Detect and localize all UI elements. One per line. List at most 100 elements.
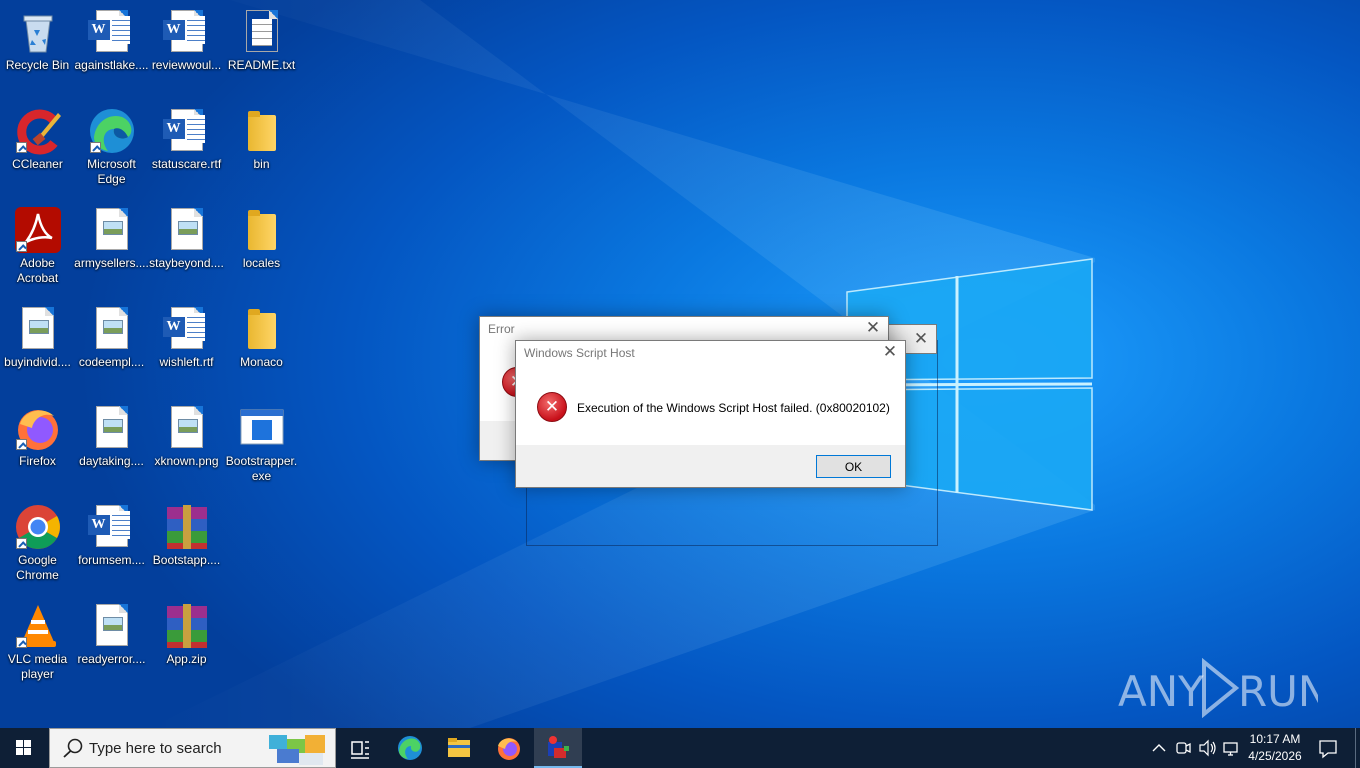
icon-label: README.txt [227,58,296,72]
icon-label: Adobe Acrobat [16,256,59,285]
ccleaner-icon [14,107,62,155]
desktop-icon-againstlake[interactable]: W againstlake.... [74,2,149,73]
running-app-icon [548,736,569,758]
action-center-notification-icon[interactable] [1308,728,1348,768]
icon-label: againstlake.... [74,58,149,72]
desktop-icon-buyindivid[interactable]: buyindivid.... [0,299,75,370]
shortcut-arrow-icon [15,439,27,450]
desktop-icon-google-chrome[interactable]: Google Chrome [0,497,75,583]
winrar-archive-icon [163,602,211,650]
anyrun-watermark-logo: ANY RUN [1118,658,1318,718]
icon-label: Firefox [19,454,56,468]
folder-icon [238,305,286,353]
desktop-icon-vlc[interactable]: VLC media player [0,596,75,682]
wsh-dialog-titlebar[interactable]: Windows Script Host ✕ [516,341,905,365]
icon-label: locales [242,256,281,270]
ok-button[interactable]: OK [816,455,891,478]
acrobat-icon [14,206,62,254]
shortcut-arrow-icon [15,538,27,549]
volume-icon[interactable] [1196,728,1218,768]
desktop-icon-monaco[interactable]: Monaco [224,299,299,370]
desktop-icon-daytaking[interactable]: daytaking.... [74,398,149,469]
task-view-button[interactable] [336,728,384,768]
meet-now-icon[interactable] [1172,728,1194,768]
taskbar-running-app-button[interactable] [534,728,582,768]
desktop-icon-statuscare[interactable]: W statuscare.rtf [149,101,224,172]
error-icon: ✕ [537,392,567,422]
desktop-icon-codeempl[interactable]: codeempl.... [74,299,149,370]
wsh-dialog-close-button[interactable]: ✕ [875,341,905,365]
desktop-icon-ccleaner[interactable]: CCleaner [0,101,75,172]
desktop-icon-readme[interactable]: README.txt [224,2,299,73]
taskbar-file-explorer-button[interactable] [435,728,483,768]
desktop-icon-adobe-acrobat[interactable]: Adobe Acrobat [0,200,75,286]
start-button[interactable] [0,728,48,768]
svg-text:ANY: ANY [1118,667,1204,716]
desktop-icon-forumsem[interactable]: W forumsem.... [74,497,149,568]
desktop-icon-recycle-bin[interactable]: Recycle Bin [0,2,75,73]
taskbar: Type here to search 10:17 AM 4/25/2026 [0,728,1360,768]
network-icon[interactable] [1220,728,1242,768]
edge-icon [88,107,136,155]
firefox-icon [498,738,520,760]
icon-label: Microsoft Edge [87,157,136,186]
icon-label: readyerror.... [77,652,146,666]
desktop-icon-staybeyond[interactable]: staybeyond.... [149,200,224,271]
clock-date[interactable]: 4/25/2026 [1241,749,1309,763]
icon-label: Google Chrome [16,553,59,582]
clock-time[interactable]: 10:17 AM [1241,732,1309,746]
desktop-icon-microsoft-edge[interactable]: Microsoft Edge [74,101,149,187]
image-file-icon [88,305,136,353]
shortcut-arrow-icon [15,637,27,648]
desktop-icon-bootstapp-rar[interactable]: Bootstapp.... [149,497,224,568]
close-icon[interactable]: ✕ [906,325,936,355]
icon-label: statuscare.rtf [151,157,222,171]
show-desktop-button[interactable] [1355,728,1360,768]
taskbar-edge-button[interactable] [386,728,434,768]
wsh-dialog-body: ✕ Execution of the Windows Script Host f… [516,365,905,445]
desktop-icon-reviewwoul[interactable]: W reviewwoul... [149,2,224,73]
desktop-icon-firefox[interactable]: Firefox [0,398,75,469]
icon-label: App.zip [166,652,207,666]
word-document-icon: W [162,107,211,155]
show-hidden-icons-chevron-icon[interactable] [1149,728,1169,768]
icon-label: xknown.png [154,454,219,468]
desktop-icon-armysellers[interactable]: armysellers.... [74,200,149,271]
icon-label: Bootstapp.... [152,553,221,567]
vlc-icon [14,602,62,650]
icon-label: buyindivid.... [4,355,71,369]
word-document-icon: W [162,305,211,353]
icon-label: Monaco [240,355,283,369]
text-file-icon [238,8,286,56]
wsh-dialog: Windows Script Host ✕ ✕ Execution of the… [515,340,906,488]
error-dialog-titlebar[interactable]: Error ✕ [480,317,888,341]
desktop-icon-bootstrapper-exe[interactable]: Bootstrapper.exe [224,398,299,484]
image-file-icon [88,206,136,254]
desktop-icon-locales[interactable]: locales [224,200,299,271]
task-view-icon [351,741,369,759]
search-highlight-puzzle-icon [269,735,325,765]
shortcut-arrow-icon [15,241,27,252]
desktop-icon-app-zip[interactable]: App.zip [149,596,224,667]
icon-label: armysellers.... [74,256,149,270]
taskbar-firefox-button[interactable] [485,728,533,768]
image-file-icon [163,404,211,452]
taskbar-search-box[interactable]: Type here to search [49,728,336,768]
image-file-icon [14,305,62,353]
icon-label: forumsem.... [78,553,145,567]
svg-text:RUN: RUN [1238,667,1318,716]
search-icon [63,738,83,758]
icon-label: VLC media player [7,652,68,681]
firefox-icon [14,404,62,452]
desktop-icon-bin[interactable]: bin [224,101,299,172]
search-placeholder: Type here to search [89,740,222,757]
chrome-icon [14,503,62,551]
icon-label: Bootstrapper.exe [225,454,298,483]
desktop-icon-readyerror[interactable]: readyerror.... [74,596,149,667]
desktop-icon-wishleft[interactable]: W wishleft.rtf [149,299,224,370]
folder-icon [238,206,286,254]
desktop-icon-xknown[interactable]: xknown.png [149,398,224,469]
wsh-dialog-title: Windows Script Host [524,346,635,360]
icon-label: wishleft.rtf [159,355,214,369]
error-dialog-close-button[interactable]: ✕ [858,317,888,341]
